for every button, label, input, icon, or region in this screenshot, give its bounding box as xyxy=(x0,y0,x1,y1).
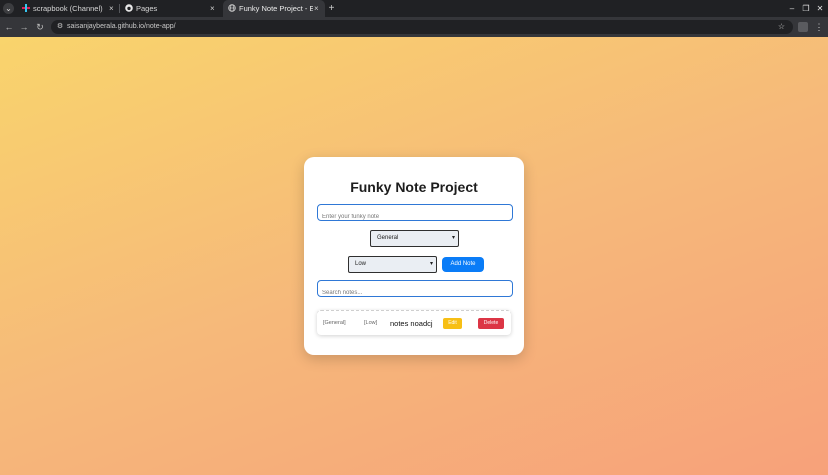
tab-title: Pages xyxy=(136,4,158,13)
forward-icon[interactable]: → xyxy=(18,17,30,37)
minimize-icon[interactable]: – xyxy=(787,0,797,17)
priority-select[interactable]: Low ▾ xyxy=(348,256,437,273)
site-info-icon[interactable]: ⚙ xyxy=(55,22,65,32)
add-note-button[interactable]: Add Note xyxy=(442,257,484,272)
edit-button[interactable]: Edit xyxy=(443,318,462,329)
bookmark-star-icon[interactable]: ☆ xyxy=(778,20,785,34)
note-priority: [Low] xyxy=(364,320,378,326)
close-tab-icon[interactable]: × xyxy=(109,0,114,17)
slack-icon xyxy=(22,4,30,12)
github-icon xyxy=(125,4,133,12)
tab-funky-note-project[interactable]: Funky Note Project - Enh × xyxy=(223,0,325,17)
page-title: Funky Note Project xyxy=(350,179,478,195)
extension-icon[interactable] xyxy=(798,22,808,32)
page-viewport: Funky Note Project General ▾ Low ▾ Add N… xyxy=(0,37,828,475)
search-input-wrapper xyxy=(317,280,513,301)
list-item: [General] [Low] notes noadcj Edit Delete xyxy=(317,310,511,335)
url-text: saisanjayberala.github.io/note-app/ xyxy=(67,23,176,30)
tab-title: scrapbook (Channel) - Ha xyxy=(33,4,105,13)
browser-toolbar: ← → ↻ ⚙ saisanjayberala.github.io/note-a… xyxy=(0,17,828,37)
tab-search-button[interactable]: ⌄ xyxy=(3,3,14,14)
search-input[interactable] xyxy=(318,285,512,301)
chevron-down-icon: ▾ xyxy=(451,235,455,241)
note-category: [General] xyxy=(323,320,346,326)
browser-menu-icon[interactable]: ⋮ xyxy=(814,17,824,37)
priority-select-value: Low xyxy=(355,261,367,267)
tab-scrapbook[interactable]: scrapbook (Channel) - Ha × xyxy=(17,0,119,17)
note-input-wrapper xyxy=(317,204,513,225)
reload-icon[interactable]: ↻ xyxy=(34,17,46,37)
browser-tab-strip: ⌄ scrapbook (Channel) - Ha × Pages × Fun… xyxy=(0,0,828,17)
category-select-value: General xyxy=(377,235,399,241)
new-tab-button[interactable]: + xyxy=(327,0,336,17)
tab-title: Funky Note Project - Enh xyxy=(239,4,313,13)
note-app-card: Funky Note Project General ▾ Low ▾ Add N… xyxy=(304,157,524,355)
close-window-icon[interactable]: ✕ xyxy=(815,0,825,17)
delete-button[interactable]: Delete xyxy=(478,318,504,329)
chevron-down-icon: ▾ xyxy=(429,261,433,267)
note-input[interactable] xyxy=(318,209,512,225)
back-icon[interactable]: ← xyxy=(3,17,15,37)
category-select[interactable]: General ▾ xyxy=(370,230,459,247)
globe-icon xyxy=(228,4,236,12)
close-tab-icon[interactable]: × xyxy=(314,0,319,17)
restore-icon[interactable]: ❐ xyxy=(801,0,811,17)
tab-pages[interactable]: Pages × xyxy=(120,0,222,17)
note-text: notes noadcj xyxy=(390,319,433,328)
address-bar[interactable]: ⚙ saisanjayberala.github.io/note-app/ ☆ xyxy=(51,20,793,34)
close-tab-icon[interactable]: × xyxy=(210,0,215,17)
